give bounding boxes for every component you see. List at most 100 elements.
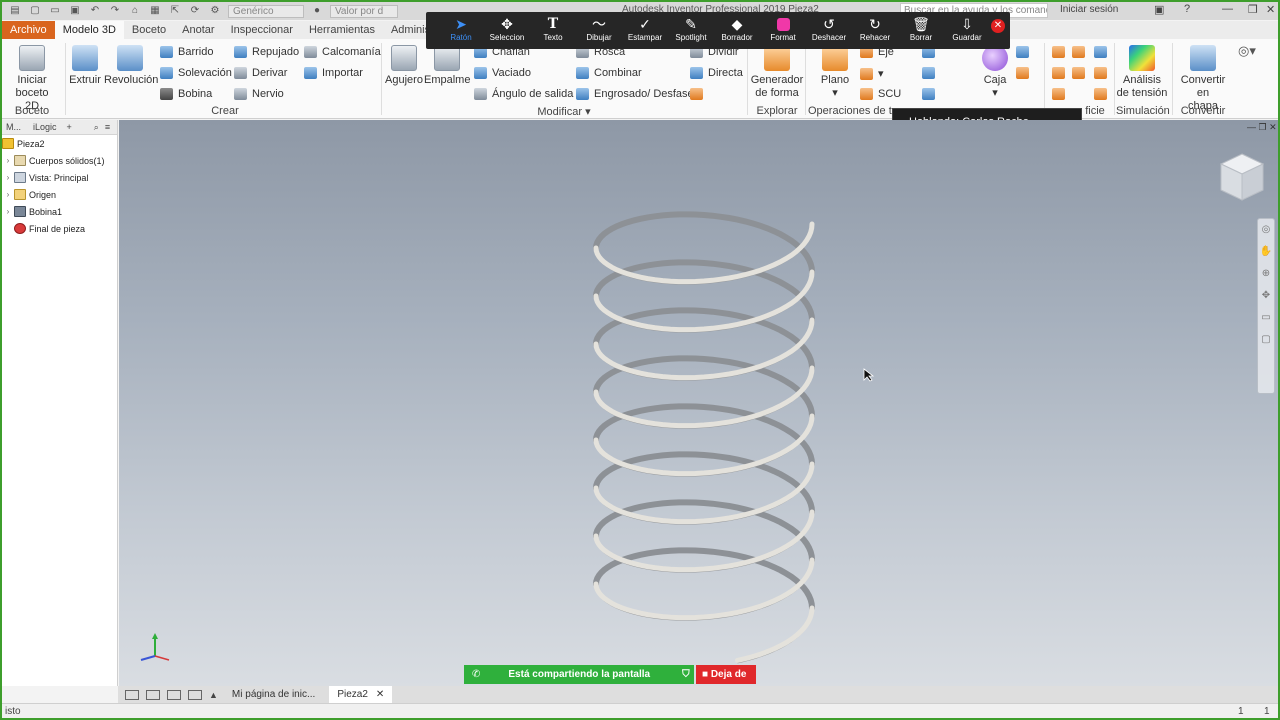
surface-delete-button[interactable] bbox=[1094, 67, 1112, 79]
minimize-icon[interactable]: — bbox=[1222, 3, 1233, 15]
zoom-icon[interactable]: ⊕ bbox=[1258, 263, 1274, 285]
add-tab-icon[interactable]: + bbox=[67, 122, 72, 132]
app-menu-icon[interactable]: ▤ bbox=[8, 5, 22, 17]
pan-icon[interactable]: ✋ bbox=[1258, 241, 1274, 263]
tree-item-view[interactable]: › Vista: Principal bbox=[2, 169, 117, 186]
redo-icon[interactable]: ↷ bbox=[108, 5, 122, 17]
zoom-save-tool[interactable]: ⇩ Guardar bbox=[944, 12, 990, 42]
point-button[interactable]: ▾ bbox=[860, 67, 884, 80]
surface-extend-button[interactable] bbox=[1072, 67, 1090, 79]
cart-icon[interactable]: ▣ bbox=[1154, 3, 1164, 16]
orbit-icon[interactable]: ✥ bbox=[1258, 285, 1274, 307]
zoom-select-tool[interactable]: ✥ Seleccion bbox=[484, 12, 530, 42]
tile-horizontal-icon[interactable] bbox=[167, 689, 181, 700]
graphics-viewport[interactable]: — ❐ ✕ ◎ ✋ ⊕ ✥ ▭ ▢ bbox=[119, 120, 1278, 686]
zoom-eraser-tool[interactable]: ◆ Borrador bbox=[714, 12, 760, 42]
freeform-edit-button[interactable] bbox=[1016, 46, 1034, 58]
tree-item-part[interactable]: Pieza2 bbox=[2, 135, 117, 152]
surface-trim-button[interactable] bbox=[1052, 88, 1070, 100]
select-icon[interactable]: ⇱ bbox=[168, 5, 182, 17]
expand-icon[interactable]: › bbox=[2, 190, 14, 199]
return-icon[interactable]: ▦ bbox=[148, 5, 162, 17]
shape-generator-button[interactable]: Generador de forma bbox=[750, 45, 804, 100]
zoom-extents-icon[interactable]: ▢ bbox=[1258, 329, 1274, 351]
open-file-icon[interactable]: ▭ bbox=[48, 5, 62, 17]
close-tab-icon[interactable]: ✕ bbox=[376, 689, 384, 700]
plane-button[interactable]: Plano ▾ bbox=[816, 45, 854, 100]
steering-wheel-icon[interactable]: ◎ bbox=[1258, 219, 1274, 241]
tab-modelo-3d[interactable]: Modelo 3D bbox=[54, 21, 124, 39]
hole-button[interactable]: Agujero bbox=[384, 45, 424, 87]
shell-button[interactable]: Vaciado bbox=[474, 67, 531, 79]
zoom-draw-tool[interactable]: 〜 Dibujar bbox=[576, 12, 622, 42]
direct-button[interactable]: Directa bbox=[690, 67, 743, 79]
tab-anotar[interactable]: Anotar bbox=[174, 21, 222, 39]
surface-replace-button[interactable] bbox=[1094, 46, 1112, 58]
zoom-clear-tool[interactable]: 🗑 Borrar bbox=[898, 12, 944, 42]
value-combo[interactable]: Valor por d bbox=[330, 4, 398, 18]
extrude-button[interactable]: Extruir bbox=[68, 45, 102, 87]
restore-icon[interactable]: ❐ bbox=[1248, 3, 1258, 16]
stress-analysis-button[interactable]: Análisis de tensión bbox=[1116, 45, 1168, 100]
convert-sheet-metal-button[interactable]: Convertir en chapa bbox=[1174, 45, 1232, 113]
fillet-button[interactable]: Empalme bbox=[424, 45, 470, 87]
zoom-spotlight-tool[interactable]: ✎ Spotlight bbox=[668, 12, 714, 42]
new-file-icon[interactable]: ▢ bbox=[28, 5, 42, 17]
search-icon[interactable]: ⌕ bbox=[94, 122, 99, 133]
doc-tab-home[interactable]: Mi página de inic... bbox=[224, 686, 323, 703]
tree-item-solid-bodies[interactable]: › Cuerpos sólidos(1) bbox=[2, 152, 117, 169]
browser-tab-ilogic[interactable]: iLogic bbox=[33, 122, 57, 132]
tab-archivo[interactable]: Archivo bbox=[2, 21, 55, 39]
zoom-format-tool[interactable]: Format bbox=[760, 12, 806, 42]
expand-icon[interactable]: › bbox=[2, 173, 14, 182]
zoom-undo-tool[interactable]: ↺ Deshacer bbox=[806, 12, 852, 42]
zoom-stamp-tool[interactable]: ✓ Estampar bbox=[622, 12, 668, 42]
expand-icon[interactable]: › bbox=[2, 156, 14, 165]
tree-item-origin[interactable]: › Origen bbox=[2, 186, 117, 203]
browser-tab-model[interactable]: M... bbox=[6, 122, 21, 132]
loft-button[interactable]: Solevación bbox=[160, 67, 232, 79]
tree-item-coil[interactable]: › Bobina1 bbox=[2, 203, 117, 220]
surface-ruled-button[interactable] bbox=[1072, 46, 1090, 58]
surface-repair-button[interactable] bbox=[1094, 88, 1112, 100]
viewport-window-controls[interactable]: — ❐ ✕ bbox=[1247, 122, 1277, 133]
stop-share-button[interactable]: ■ Deja de bbox=[696, 665, 756, 684]
menu-icon[interactable]: ≡ bbox=[105, 122, 110, 132]
doc-tab-part[interactable]: Pieza2 ✕ bbox=[329, 686, 393, 703]
mirror-button[interactable] bbox=[922, 88, 940, 100]
properties-icon[interactable]: ⚙ bbox=[208, 5, 222, 17]
color-icon[interactable]: ● bbox=[310, 5, 324, 17]
revolve-button[interactable]: Revolución bbox=[104, 45, 158, 87]
rib-button[interactable]: Nervio bbox=[234, 88, 284, 100]
sign-in-link[interactable]: Iniciar sesión bbox=[1060, 4, 1118, 15]
emboss-button[interactable]: Repujado bbox=[234, 46, 299, 58]
tab-inspeccionar[interactable]: Inspeccionar bbox=[223, 21, 301, 39]
delete-face-button[interactable] bbox=[690, 88, 708, 100]
arrange-up-icon[interactable]: ▲ bbox=[209, 690, 218, 700]
start-sketch-button[interactable]: Iniciar boceto 2D bbox=[8, 45, 56, 113]
style-combo[interactable]: Genérico bbox=[228, 4, 304, 18]
sweep-button[interactable]: Barrido bbox=[160, 46, 213, 58]
cascade-icon[interactable] bbox=[125, 689, 139, 700]
ucs-button[interactable]: SCU bbox=[860, 88, 901, 100]
home-icon[interactable]: ⌂ bbox=[128, 5, 142, 17]
ribbon-options-icon[interactable]: ◎▾ bbox=[1238, 43, 1256, 59]
draft-button[interactable]: Ángulo de salida bbox=[474, 88, 573, 100]
undo-icon[interactable]: ↶ bbox=[88, 5, 102, 17]
box-button[interactable]: Caja ▾ bbox=[978, 45, 1012, 100]
surface-patch-button[interactable] bbox=[1052, 67, 1070, 79]
look-at-icon[interactable]: ▭ bbox=[1258, 307, 1274, 329]
group-label-modificar[interactable]: Modificar ▾ bbox=[532, 105, 596, 118]
coil-spring-model[interactable] bbox=[119, 120, 1278, 686]
thicken-button[interactable]: Engrosado/ Desfase bbox=[576, 88, 694, 100]
viewcube-icon[interactable] bbox=[1219, 152, 1265, 202]
surface-stitch-button[interactable] bbox=[1052, 46, 1070, 58]
update-icon[interactable]: ⟳ bbox=[188, 5, 202, 17]
zoom-text-tool[interactable]: T Texto bbox=[530, 12, 576, 42]
help-icon[interactable]: ? bbox=[1184, 3, 1190, 15]
pattern-circ-button[interactable] bbox=[922, 67, 940, 79]
coil-button[interactable]: Bobina bbox=[160, 88, 212, 100]
close-window-icon[interactable]: ✕ bbox=[1266, 3, 1275, 16]
close-annotation-icon[interactable]: ✕ bbox=[991, 19, 1005, 33]
expand-icon[interactable]: › bbox=[2, 207, 14, 216]
